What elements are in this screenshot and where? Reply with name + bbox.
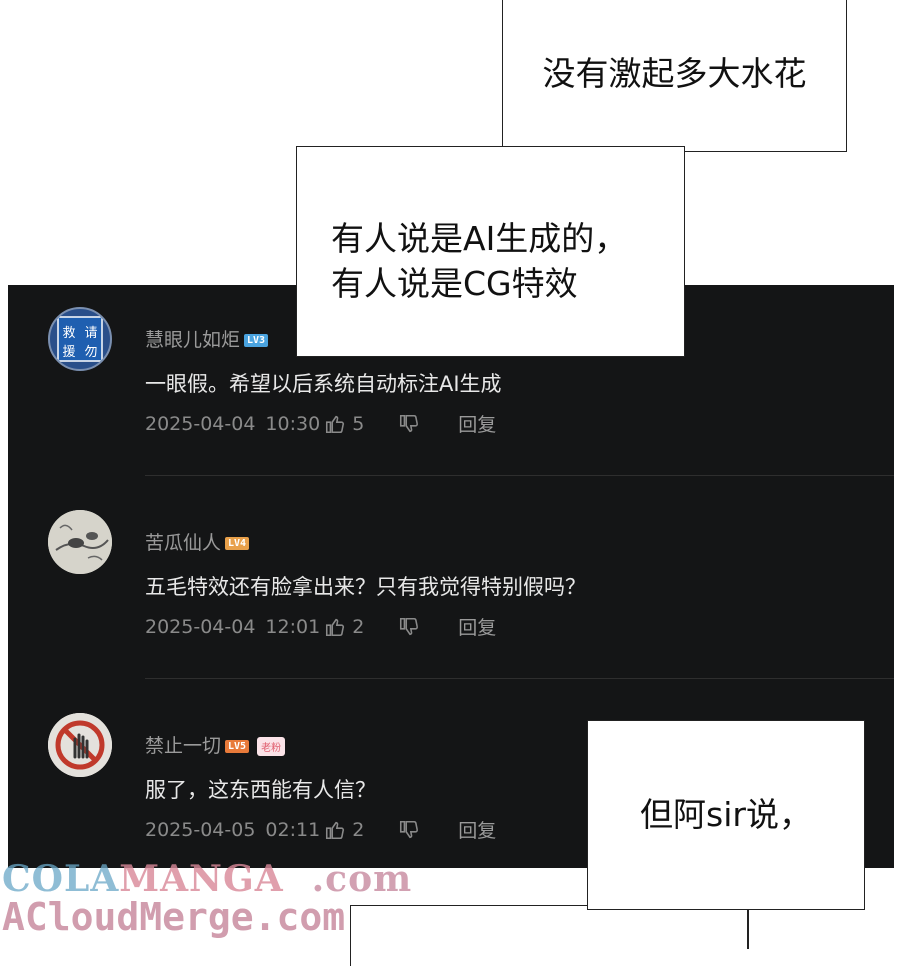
comment-divider [145, 678, 894, 679]
comment-username[interactable]: 禁止一切 LV5 老粉 [145, 731, 286, 758]
no-entry-hand-icon [48, 713, 112, 777]
comment-date: 2025-04-04 [145, 615, 256, 638]
comment-meta: 2025-04-04 10:30 5 回复 [145, 410, 496, 437]
comment-text: 服了，这东西能有人信？ [145, 778, 376, 802]
thumbs-down-icon [400, 820, 419, 838]
like-button[interactable]: 5 [324, 413, 364, 435]
next-panel-frame-right [747, 909, 749, 949]
avatar[interactable] [48, 510, 112, 574]
username-text[interactable]: 慧眼儿如炬 [145, 329, 240, 351]
svg-text:请: 请 [84, 326, 97, 341]
like-button[interactable]: 2 [324, 616, 364, 638]
dislike-button[interactable] [398, 819, 420, 841]
comment-meta: 2025-04-04 12:01 2 回复 [145, 613, 496, 640]
comment-time: 12:01 [265, 615, 321, 638]
dislike-button[interactable] [398, 413, 420, 435]
like-count: 2 [352, 615, 365, 638]
like-count: 2 [352, 818, 365, 841]
comment-divider [145, 475, 894, 476]
avatar[interactable] [48, 713, 112, 777]
thumbs-down-icon [400, 617, 419, 635]
comment-username[interactable]: 慧眼儿如炬 LV3 [145, 325, 269, 352]
bubble-text-middle-line1: 有人说是AI生成的， [331, 218, 628, 258]
watermark-part3: .com [311, 858, 413, 900]
bird-painting-icon [48, 510, 112, 574]
watermark-acloudmerge: ACloudMerge.com [2, 895, 346, 939]
reply-button[interactable]: 回复 [458, 613, 496, 640]
bubble-text-middle-line2: 有人说是CG特效 [331, 263, 578, 303]
comment-meta: 2025-04-05 02:11 2 回复 [145, 816, 496, 843]
bubble-text-top: 没有激起多大水花 [542, 54, 807, 94]
dislike-button[interactable] [398, 616, 420, 638]
avatar-sign-icon: 救 请 援 勿 [57, 316, 103, 362]
watermark-part1: COLA [2, 858, 120, 900]
comment-time: 10:30 [265, 412, 321, 435]
like-count: 5 [352, 412, 365, 435]
reply-button[interactable]: 回复 [458, 410, 496, 437]
like-button[interactable]: 2 [324, 819, 364, 841]
thumbs-up-icon [326, 618, 345, 636]
thumbs-down-icon [400, 414, 419, 432]
speech-bubble-middle: 有人说是AI生成的， 有人说是CG特效 [296, 146, 685, 357]
comment-time: 02:11 [265, 818, 321, 841]
comment-username[interactable]: 苦瓜仙人 LV4 [145, 528, 250, 555]
level-badge: LV3 [244, 334, 269, 347]
comment-text: 一眼假。希望以后系统自动标注AI生成 [145, 372, 502, 396]
comment-text: 五毛特效还有脸拿出来？只有我觉得特别假吗？ [145, 575, 586, 599]
comment-date: 2025-04-04 [145, 412, 256, 435]
thumbs-up-icon [326, 821, 345, 839]
level-badge: LV5 [225, 740, 250, 753]
comment-item: 苦瓜仙人 LV4 五毛特效还有脸拿出来？只有我觉得特别假吗？ 2025-04-04… [8, 508, 894, 679]
reply-button[interactable]: 回复 [458, 816, 496, 843]
speech-bubble-bottom: 但阿sir说， [587, 720, 865, 910]
speech-bubble-top: 没有激起多大水花 [502, 0, 847, 152]
avatar[interactable]: 救 请 援 勿 [48, 307, 112, 371]
bubble-text-bottom: 但阿sir说， [640, 794, 812, 834]
level-badge: LV4 [225, 537, 250, 550]
svg-text:援: 援 [62, 345, 75, 360]
next-panel-frame [350, 905, 751, 966]
comment-date: 2025-04-05 [145, 818, 256, 841]
svg-text:勿: 勿 [84, 345, 97, 360]
fan-tag-badge: 老粉 [257, 737, 286, 756]
username-text[interactable]: 禁止一切 [145, 735, 221, 757]
thumbs-up-icon [326, 415, 345, 433]
svg-text:救: 救 [62, 325, 75, 341]
watermark-part2: MANGA [119, 858, 284, 900]
watermark-colamanga: COLAMANGA .com [2, 858, 412, 900]
username-text[interactable]: 苦瓜仙人 [145, 532, 221, 554]
